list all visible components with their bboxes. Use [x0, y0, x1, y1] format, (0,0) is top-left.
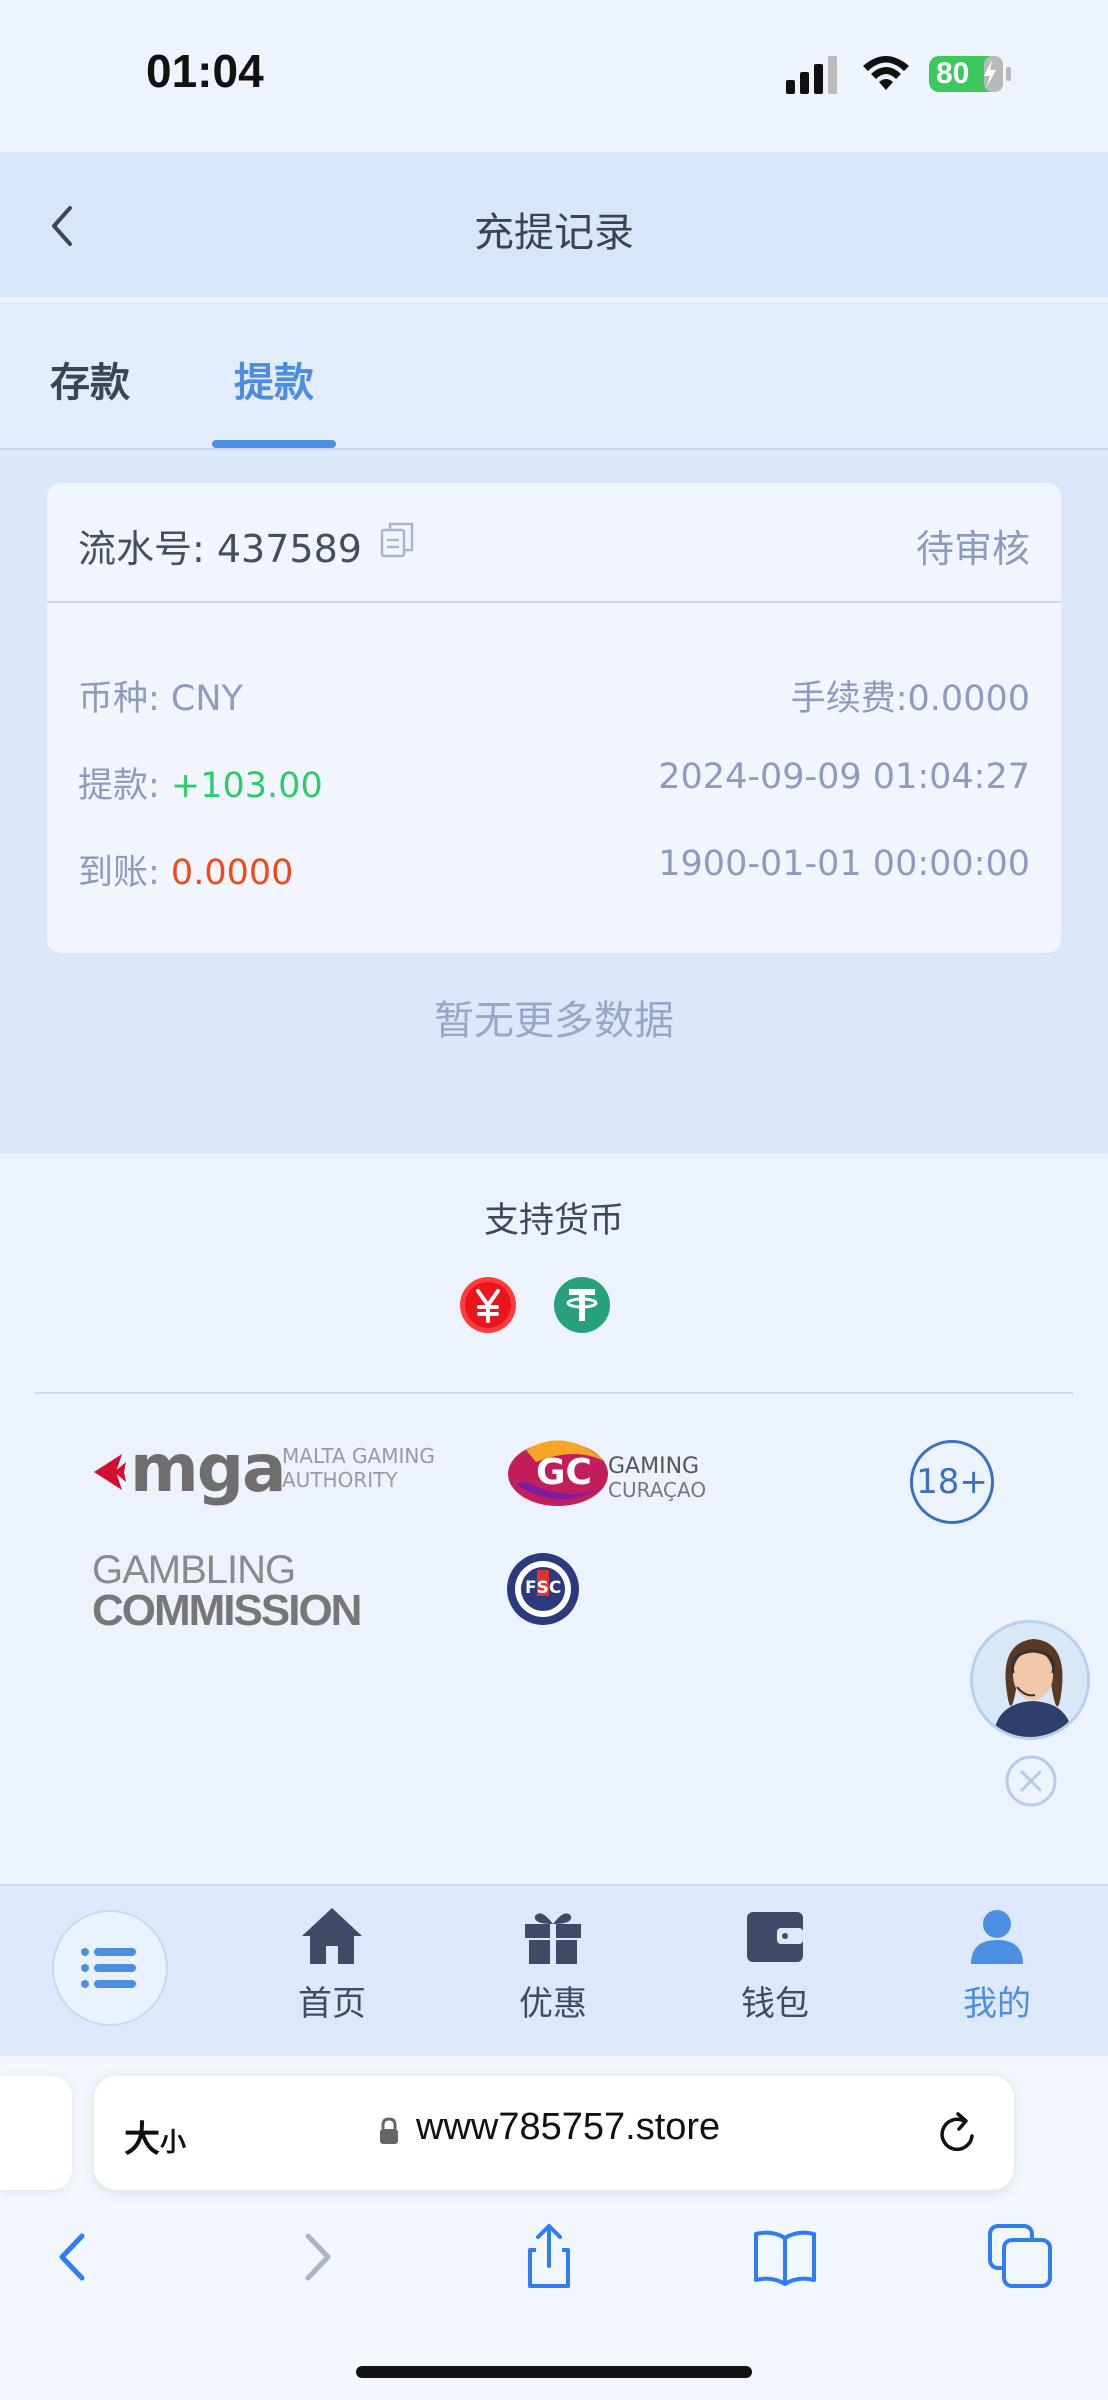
active-tab-indicator	[212, 440, 336, 448]
previous-tab-preview[interactable]	[0, 2076, 72, 2190]
reload-icon[interactable]	[934, 2108, 982, 2158]
url-text: www785757.store	[416, 2106, 721, 2148]
gift-icon	[525, 1913, 581, 1964]
nav-home[interactable]: 首页	[257, 1906, 407, 2025]
received-row: 到账: 0.0000	[78, 844, 293, 895]
withdraw-label: 提款:	[78, 766, 171, 806]
close-icon[interactable]	[1004, 1754, 1058, 1808]
bookmarks-icon[interactable]	[750, 2222, 820, 2292]
tabs-icon[interactable]	[986, 2222, 1056, 2292]
customer-service-avatar[interactable]	[970, 1620, 1090, 1740]
page-title: 充提记录	[474, 210, 634, 256]
gc-badge-text: GC	[536, 1452, 592, 1493]
gc-text1: GAMING	[608, 1454, 700, 1479]
mga-sub2: AUTHORITY	[282, 1468, 398, 1492]
menu-button[interactable]	[52, 1910, 168, 2026]
nav-mine-label: 我的	[963, 1984, 1031, 2024]
mga-logo: mga MALTA GAMING AUTHORITY	[92, 1430, 458, 1512]
home-indicator	[356, 2366, 752, 2378]
nav-promotions[interactable]: 优惠	[478, 1906, 628, 2025]
tab-withdraw[interactable]: 提款	[234, 350, 314, 408]
lock-icon	[380, 2117, 398, 2144]
cellular-signal-icon	[786, 56, 837, 94]
nav-mine[interactable]: 我的	[922, 1906, 1072, 2025]
wallet-icon	[747, 1912, 803, 1962]
nav-wallet-label: 钱包	[741, 1984, 809, 2024]
cny-icon	[460, 1277, 516, 1333]
text-size-small: 小	[160, 2128, 187, 2158]
footer-divider	[35, 1392, 1073, 1394]
copy-icon[interactable]	[380, 522, 414, 558]
text-size-button[interactable]: 大小	[124, 2110, 186, 2162]
fsc-seal: FSC	[506, 1552, 580, 1626]
received-label: 到账:	[78, 853, 171, 893]
status-time: 01:04	[146, 45, 264, 97]
withdraw-amount: +103.00	[170, 766, 323, 806]
currency-label: 币种: CNY	[78, 679, 243, 719]
no-more-data: 暂无更多数据	[434, 998, 674, 1044]
fsc-text: FSC	[525, 1578, 562, 1598]
age-restriction-badge: 18+	[910, 1440, 994, 1524]
battery-level: 80	[936, 57, 970, 90]
nav-promotions-label: 优惠	[519, 1984, 587, 2024]
received-amount: 0.0000	[170, 853, 294, 893]
serial-number: 流水号: 437589	[78, 527, 362, 571]
gc-text2: CURAÇAO	[608, 1478, 707, 1502]
withdraw-time: 2024-09-09 01:04:27	[658, 757, 1030, 797]
back-icon[interactable]	[40, 2222, 110, 2292]
wifi-icon	[863, 56, 909, 90]
fee-label: 手续费:0.0000	[790, 679, 1030, 719]
card-divider	[47, 601, 1061, 603]
share-icon[interactable]	[514, 2222, 584, 2292]
gaming-curacao-logo: GC GAMING CURAÇAO	[506, 1432, 728, 1512]
nav-home-label: 首页	[298, 1984, 366, 2024]
supported-currencies-title: 支持货币	[483, 1201, 624, 1241]
tab-deposit[interactable]: 存款	[50, 350, 130, 408]
gamb-text2: COMMISSION	[92, 1586, 362, 1635]
text-size-big: 大	[124, 2119, 161, 2160]
battery-icon: 80	[928, 52, 1012, 96]
withdraw-row: 提款: +103.00	[78, 757, 323, 808]
mga-main-text: mga	[130, 1430, 287, 1507]
mga-sub1: MALTA GAMING	[282, 1444, 435, 1468]
user-icon	[971, 1910, 1023, 1964]
usdt-icon	[554, 1277, 610, 1333]
home-icon	[302, 1908, 362, 1964]
nav-wallet[interactable]: 钱包	[700, 1906, 850, 2025]
forward-icon[interactable]	[280, 2222, 350, 2292]
tab-bar	[0, 302, 1108, 450]
gambling-commission-logo: GAMBLING COMMISSION	[92, 1548, 372, 1635]
received-time: 1900-01-01 00:00:00	[658, 844, 1030, 884]
list-menu-icon	[81, 1948, 136, 1988]
status-badge: 待审核	[915, 527, 1030, 571]
